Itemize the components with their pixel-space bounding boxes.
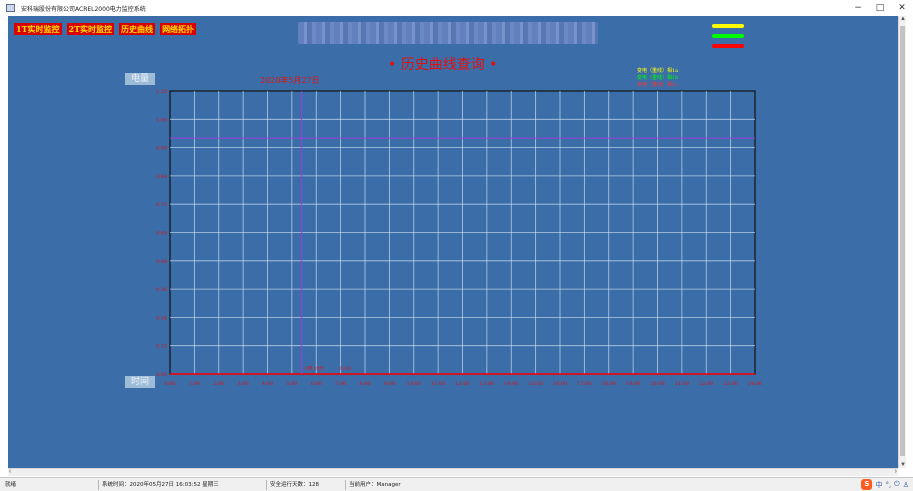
system-tray: S 中 °, ⏻ ♙ <box>861 479 909 490</box>
x-tick-label: 10:00 <box>407 381 421 387</box>
x-tick-label: 5:00 <box>286 381 297 387</box>
power-icon[interactable]: ⏻ <box>894 480 900 489</box>
x-tick-label: 18:00 <box>602 381 616 387</box>
x-tick-label: 14:00 <box>504 381 518 387</box>
x-tick-label: 23:00 <box>723 381 737 387</box>
y-tick-label: 0.24 <box>156 315 167 321</box>
cursor-value-label: 0.00 <box>340 366 351 372</box>
y-tick-label: 0.48 <box>156 259 167 265</box>
x-tick-label: 9:00 <box>384 381 395 387</box>
y-tick-label: 0.96 <box>156 146 167 152</box>
y-tick-label: 0.60 <box>156 231 167 237</box>
y-tick-label: 1.08 <box>156 117 167 123</box>
app-icon <box>6 4 15 12</box>
vertical-scroll-thumb[interactable] <box>900 26 905 456</box>
y-tick-label: 0.72 <box>156 202 167 208</box>
x-tick-label: 11:00 <box>431 381 445 387</box>
x-tick-label: 13:00 <box>480 381 494 387</box>
cursor-time-label: 5时19分 <box>305 365 325 372</box>
x-tick-label: 19:00 <box>626 381 640 387</box>
horizontal-scrollbar[interactable]: ‹ › <box>8 468 898 476</box>
vertical-scrollbar[interactable]: ▲ ▼ <box>898 16 906 468</box>
close-button[interactable]: ✕ <box>891 0 913 16</box>
x-tick-label: 16:00 <box>553 381 567 387</box>
history-chart[interactable]: 1.20 1.08 0.96 0.84 0.72 0.60 0.48 0.36 0.24 0.12… <box>8 16 898 468</box>
punctuation-icon[interactable]: °, <box>885 481 891 489</box>
status-bar: 就绪 系统时间：2020年05月27日 16:03:52 星期三 安全运行天数：… <box>0 477 913 491</box>
sogou-input-icon[interactable]: S <box>861 479 873 490</box>
x-tick-label: 1:00 <box>189 381 200 387</box>
window-title: 安科瑞股份有限公司ACREL2000电力监控系统 <box>21 5 146 13</box>
x-tick-label: 24:00 <box>748 381 762 387</box>
x-tick-label: 0:00 <box>164 381 175 387</box>
x-tick-label: 2:00 <box>213 381 224 387</box>
y-tick-label: 0.12 <box>156 344 167 350</box>
x-tick-label: 12:00 <box>455 381 469 387</box>
status-run-days: 安全运行天数：128 <box>266 480 336 490</box>
y-tick-label: 1.20 <box>156 89 167 95</box>
y-tick-label: 0.84 <box>156 174 167 180</box>
title-bar: 安科瑞股份有限公司ACREL2000电力监控系统 − □ ✕ <box>0 0 913 16</box>
x-tick-label: 3:00 <box>238 381 249 387</box>
ime-chinese-icon[interactable]: 中 <box>875 480 882 490</box>
status-system-time: 系统时间：2020年05月27日 16:03:52 星期三 <box>98 480 258 490</box>
status-state: 就绪 <box>5 482 17 488</box>
window-controls: − □ ✕ <box>847 0 913 16</box>
user-icon[interactable]: ♙ <box>903 481 909 489</box>
scroll-right-icon[interactable]: › <box>895 468 897 475</box>
x-tick-label: 22:00 <box>699 381 713 387</box>
y-tick-label: 0.00 <box>156 372 167 378</box>
x-tick-label: 8:00 <box>359 381 370 387</box>
history-curve-view: 1T实时监控 2T实时监控 历史曲线 网络拓扑 • 历史曲线查询 • 变电（重线… <box>8 16 898 468</box>
x-tick-label: 15:00 <box>528 381 542 387</box>
x-tick-label: 4:00 <box>262 381 273 387</box>
status-current-user: 当前用户：Manager <box>345 480 435 490</box>
minimize-button[interactable]: − <box>847 0 869 16</box>
maximize-button[interactable]: □ <box>869 0 891 16</box>
scroll-left-icon[interactable]: ‹ <box>9 468 11 475</box>
scroll-down-icon[interactable]: ▼ <box>900 462 906 468</box>
x-tick-label: 21:00 <box>675 381 689 387</box>
x-tick-label: 20:00 <box>650 381 664 387</box>
y-tick-label: 0.36 <box>156 287 167 293</box>
x-tick-label: 7:00 <box>335 381 346 387</box>
x-tick-label: 6:00 <box>311 381 322 387</box>
scroll-up-icon[interactable]: ▲ <box>900 16 906 22</box>
x-tick-label: 17:00 <box>577 381 591 387</box>
